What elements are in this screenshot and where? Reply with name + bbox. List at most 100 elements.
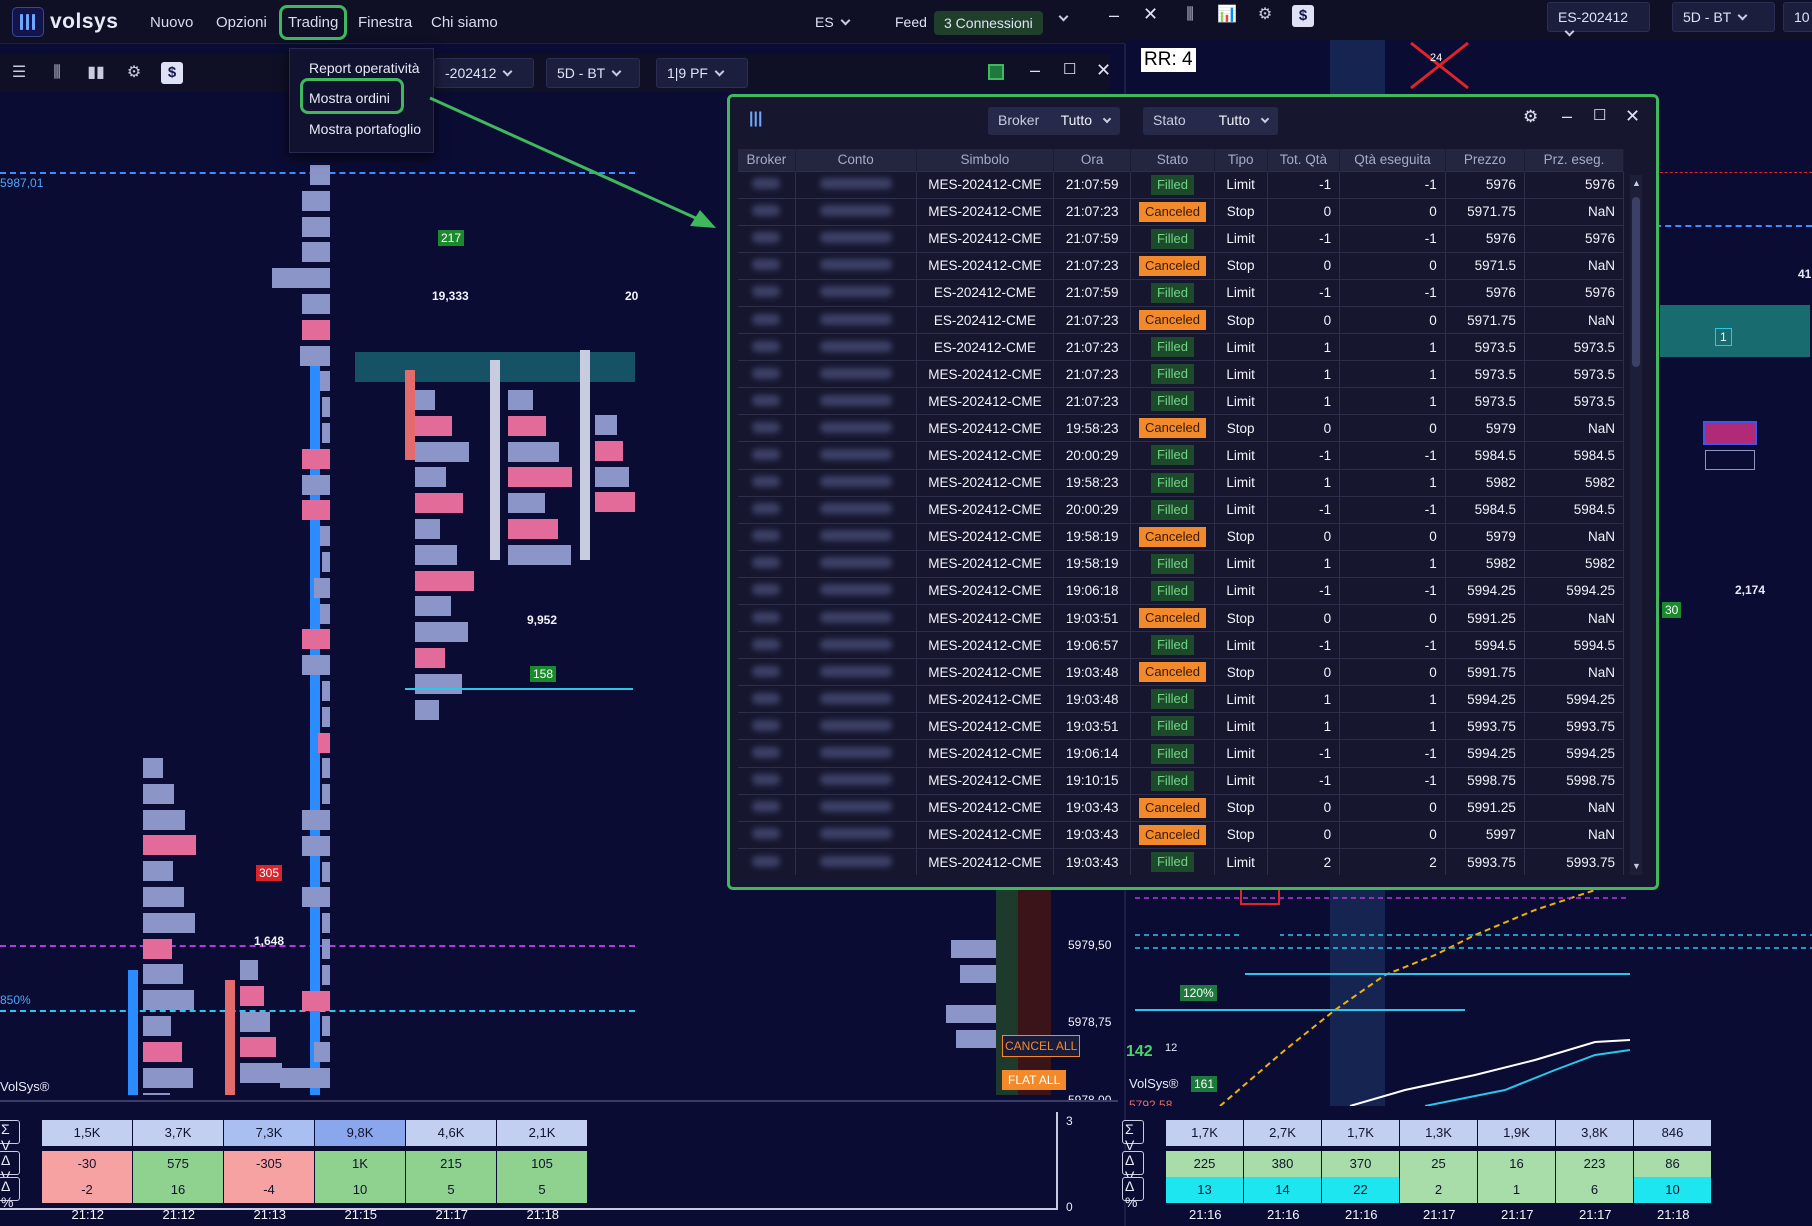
table-row[interactable]: MES-202412-CME 19:03:43 Filled Limit 2 2 5993.… (738, 847, 1625, 876)
chart-period-select[interactable]: 5D - BT (546, 58, 640, 88)
table-row[interactable]: MES-202412-CME 19:06:14 Filled Limit -1 -1 599… (738, 739, 1625, 768)
menu-mostra-portafoglio[interactable]: Mostra portafoglio (309, 121, 421, 137)
status-badge: Filled (1150, 174, 1195, 195)
settings-gear-icon[interactable]: ⚙ (123, 62, 145, 84)
table-row[interactable]: MES-202412-CME 19:06:57 Filled Limit -1 -1 599… (738, 631, 1625, 659)
column-header[interactable]: Ora (1053, 149, 1132, 171)
connections-badge[interactable]: 3 Connessioni (934, 11, 1043, 35)
footprint-chart-left[interactable]: 5987,01 850% 217 19,333 20 9,952 158 305… (0, 100, 700, 1095)
table-row[interactable]: MES-202412-CME 19:10:15 Filled Limit -1 -1 599… (738, 766, 1625, 795)
table-row[interactable]: MES-202412-CME 19:58:23 Filled Limit 1 1 5982 5… (738, 468, 1625, 497)
connections-dropdown[interactable] (1052, 10, 1069, 26)
table-row[interactable]: MES-202412-CME 19:58:23 Canceled Stop 0 0 5979… (738, 414, 1625, 442)
menu-trading[interactable]: Trading (279, 5, 348, 40)
table-row[interactable]: MES-202412-CME 20:00:29 Filled Limit -1 -1 598… (738, 441, 1625, 470)
price-label: 5979,50 (1068, 938, 1112, 952)
stat-row-sum_v: 1,7K 2,7K 1,7K 1,3K 1,9K 3,8K 846 (1166, 1120, 1712, 1146)
candles-icon[interactable]: ⫼ (46, 62, 68, 84)
menu-opzioni[interactable]: Opzioni (210, 12, 273, 33)
menu-mostra-ordini[interactable]: Mostra ordini (309, 90, 390, 106)
time-cell: 19:03:51 (1053, 603, 1132, 632)
redacted-text (819, 611, 892, 623)
table-row[interactable]: MES-202412-CME 19:03:48 Canceled Stop 0 0 5991… (738, 658, 1625, 686)
table-row[interactable]: MES-202412-CME 21:07:23 Filled Limit 1 1 5973.… (738, 360, 1625, 388)
stat-row-label: Σ V (1122, 1120, 1144, 1153)
column-header[interactable]: Prezzo (1445, 149, 1525, 171)
close-icon[interactable]: ✕ (1625, 106, 1640, 127)
maximize-icon[interactable]: ☐ (1063, 60, 1076, 78)
column-header[interactable]: Broker (738, 149, 796, 171)
table-row[interactable]: MES-202412-CME 19:06:18 Filled Limit -1 -1 599… (738, 576, 1625, 605)
status-square-icon[interactable] (988, 64, 1004, 80)
price-cell: 5982 (1445, 549, 1525, 578)
scroll-down-icon[interactable]: ▼ (1632, 861, 1641, 871)
column-header[interactable]: Prz. eseg. (1524, 149, 1625, 171)
table-row[interactable]: MES-202412-CME 21:07:23 Filled Limit 1 1 5973.… (738, 387, 1625, 415)
table-row[interactable]: ES-202412-CME 21:07:23 Filled Limit 1 1 5973.5… (738, 333, 1625, 361)
column-header[interactable]: Stato (1130, 149, 1215, 171)
column-header[interactable]: Tipo (1214, 149, 1268, 171)
account-cell (795, 305, 917, 334)
column-header[interactable]: Qtà eseguita (1339, 149, 1446, 171)
symbol-select[interactable]: ES (815, 14, 851, 30)
minimize-icon[interactable]: – (1030, 60, 1040, 81)
right-symbol-select[interactable]: ES-202412 (1547, 2, 1650, 37)
settings-gear-icon[interactable]: ⚙ (1254, 4, 1276, 26)
menu-report-operativita[interactable]: Report operatività (309, 60, 420, 76)
minimize-icon[interactable]: – (1562, 106, 1572, 127)
orders-scrollbar[interactable]: ▲ ▼ (1630, 175, 1642, 875)
table-row[interactable]: MES-202412-CME 20:00:29 Filled Limit -1 -1 598… (738, 495, 1625, 524)
app-logo[interactable]: volsys (12, 7, 118, 37)
bars-icon[interactable]: 📊 (1216, 4, 1238, 26)
executed-qty-cell: -1 (1339, 631, 1446, 659)
table-row[interactable]: ES-202412-CME 21:07:59 Filled Limit -1 -1 5976… (738, 278, 1625, 307)
redacted-text (752, 828, 781, 840)
type-cell: Limit (1214, 576, 1268, 605)
flat-all-button[interactable]: FLAT ALL (1002, 1070, 1067, 1090)
table-row[interactable]: MES-202412-CME 21:07:59 Filled Limit -1 -1 597… (738, 224, 1625, 253)
right-period-select[interactable]: 5D - BT (1672, 2, 1775, 32)
type-cell: Stop (1214, 603, 1268, 632)
table-row[interactable]: MES-202412-CME 21:07:23 Canceled Stop 0 0 5971… (738, 251, 1625, 280)
maximize-icon[interactable]: ☐ (1593, 106, 1606, 124)
menu-nuovo[interactable]: Nuovo (144, 12, 199, 33)
menu-lines-icon[interactable]: ☰ (8, 62, 30, 84)
menu-finestra[interactable]: Finestra (352, 12, 418, 33)
table-row[interactable]: MES-202412-CME 21:07:23 Canceled Stop 0 0 5971… (738, 197, 1625, 226)
column-header[interactable]: Tot. Qtà (1267, 149, 1341, 171)
qty-cell: -1 (1267, 495, 1341, 524)
qty-cell: -1 (1267, 766, 1341, 795)
table-row[interactable]: MES-202412-CME 19:03:51 Canceled Stop 0 0 5991… (738, 603, 1625, 632)
cancel-all-button[interactable]: CANCEL ALL (1002, 1035, 1081, 1057)
right-extra-select[interactable]: 10 (1783, 2, 1812, 32)
type-cell: Stop (1214, 793, 1268, 822)
bars-icon[interactable]: ▮▮ (85, 62, 107, 84)
minimize-icon[interactable]: – (1109, 5, 1119, 26)
column-header[interactable]: Simbolo (916, 149, 1055, 171)
close-icon[interactable]: ✕ (1096, 60, 1111, 81)
dollar-icon[interactable]: $ (1292, 5, 1314, 27)
table-row[interactable]: MES-202412-CME 21:07:59 Filled Limit -1 -1 597… (738, 170, 1625, 199)
table-row[interactable]: MES-202412-CME 19:58:19 Filled Limit 1 1 5982 5… (738, 549, 1625, 578)
settings-gear-icon[interactable]: ⚙ (1523, 107, 1538, 127)
close-icon[interactable]: ✕ (1143, 4, 1158, 25)
chart-pf-select[interactable]: 1|9 PF (656, 58, 748, 88)
column-header[interactable]: Conto (795, 149, 917, 171)
table-row[interactable]: MES-202412-CME 19:58:19 Canceled Stop 0 0 5979… (738, 522, 1625, 551)
status-cell: Filled (1130, 549, 1215, 578)
candles-icon[interactable]: ⫼ (1179, 4, 1201, 26)
dollar-icon[interactable]: $ (161, 62, 183, 84)
chart-symbol-select[interactable]: -202412 (434, 58, 534, 88)
table-row[interactable]: MES-202412-CME 19:03:48 Filled Limit 1 1 5994.… (738, 685, 1625, 713)
stato-filter-select[interactable]: Stato Tutto (1143, 107, 1278, 135)
stat-cell: 5 (406, 1177, 497, 1203)
scroll-up-icon[interactable]: ▲ (1632, 178, 1641, 188)
table-row[interactable]: MES-202412-CME 19:03:43 Canceled Stop 0 0 5997… (738, 820, 1625, 849)
scrollbar-thumb[interactable] (1632, 197, 1640, 367)
menu-chi-siamo[interactable]: Chi siamo (425, 12, 504, 33)
table-row[interactable]: ES-202412-CME 21:07:23 Canceled Stop 0 0 5971.… (738, 305, 1625, 334)
table-row[interactable]: MES-202412-CME 19:03:43 Canceled Stop 0 0 5991… (738, 793, 1625, 822)
type-cell: Limit (1214, 441, 1268, 470)
table-row[interactable]: MES-202412-CME 19:03:51 Filled Limit 1 1 5993.… (738, 712, 1625, 740)
broker-filter-select[interactable]: Broker Tutto (988, 107, 1120, 135)
